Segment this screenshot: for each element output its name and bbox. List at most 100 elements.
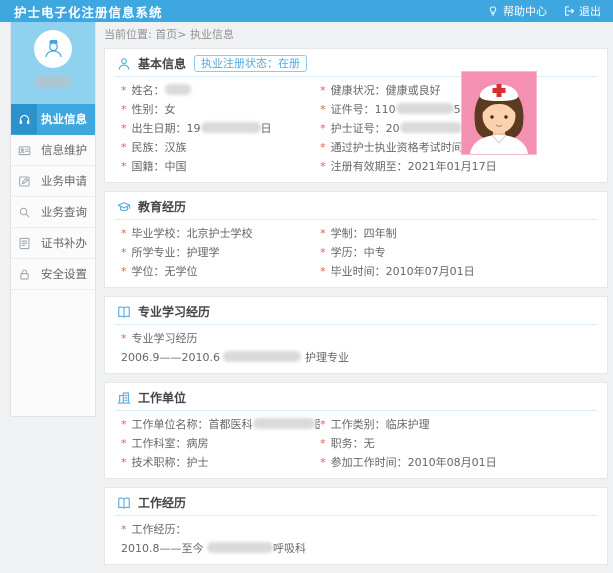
fields-column-left: *毕业学校：北京护士学校*所学专业：护理学*学位：无学位	[121, 224, 320, 281]
help-center-button[interactable]: 帮助中心	[487, 3, 547, 19]
section-title: 专业学习经历	[138, 303, 210, 320]
sidebar-item-label: 业务申请	[37, 166, 95, 196]
breadcrumb-prefix: 当前位置:	[104, 28, 152, 41]
lock-icon	[11, 259, 37, 289]
fields-column-right: *工作类别：临床护理 * 职务：无 *参加工作时间：2010年08月01日	[320, 415, 595, 472]
search-icon	[11, 197, 37, 227]
redacted-value	[396, 103, 454, 114]
section-title: 工作经历	[138, 494, 186, 511]
field-row: * 学制：四年制	[320, 224, 595, 243]
redacted-value	[207, 542, 273, 553]
field-row: *工作经历：	[121, 520, 595, 539]
nurse-avatar-icon	[40, 34, 67, 64]
field-row: *工作单位名称：首都医科医院	[121, 415, 320, 434]
section-education: 教育经历 *毕业学校：北京护士学校*所学专业：护理学*学位：无学位*学制：四年制…	[104, 191, 608, 288]
field-text: 工作科室：病房	[132, 437, 209, 450]
breadcrumb-separator: >	[177, 28, 186, 41]
field-row: * 毕业时间：2010年07月01日	[320, 262, 595, 281]
field-text: 专业学习经历	[132, 332, 198, 345]
field-text: 护士证号：20	[331, 122, 400, 135]
field-row: 2006.9——2010.6 护理专业	[121, 348, 595, 367]
sidebar-item-business-query[interactable]: 业务查询	[11, 197, 95, 228]
registration-status-badge: 执业注册状态：在册	[194, 55, 307, 72]
idcard-icon	[11, 135, 37, 165]
required-bullet: *	[320, 141, 326, 154]
redacted-value	[223, 351, 301, 362]
field-text: 毕业时间：2010年07月01日	[331, 265, 475, 278]
sidebar-menu: 执业信息信息维护业务申请业务查询证书补办安全设置	[11, 104, 95, 290]
field-text: 性别：女	[132, 103, 176, 116]
required-bullet: *	[320, 122, 326, 135]
field-text: 技术职称：护士	[132, 456, 209, 469]
required-bullet: *	[121, 122, 127, 135]
required-bullet: *	[121, 227, 127, 240]
graduation-icon	[117, 200, 131, 214]
required-bullet: *	[320, 246, 326, 259]
field-row: *工作类别：临床护理	[320, 415, 595, 434]
redacted-value	[201, 122, 261, 133]
fields-column-right: *健康状况：健康或良好*证件号：11056*护士证号：20*通过护士执业资格考试…	[320, 81, 595, 176]
field-row: *健康状况：健康或良好	[320, 81, 595, 100]
app-header: 护士电子化注册信息系统 帮助中心 退出	[0, 0, 613, 22]
field-text: 所学专业：护理学	[132, 246, 220, 259]
required-bullet: *	[121, 456, 127, 469]
required-bullet: *	[121, 160, 127, 173]
sidebar-item-business-apply[interactable]: 业务申请	[11, 166, 95, 197]
nurse-photo-illustration	[462, 72, 536, 154]
section-title: 基本信息	[138, 55, 186, 72]
section-title: 工作单位	[138, 389, 186, 406]
field-text: 国籍：中国	[132, 160, 187, 173]
required-bullet: *	[121, 418, 127, 431]
required-bullet: *	[320, 227, 326, 240]
field-row: *参加工作时间：2010年08月01日	[320, 453, 595, 472]
field-row: *工作科室：病房	[121, 434, 320, 453]
sidebar-item-label: 业务查询	[37, 197, 95, 227]
logout-button[interactable]: 退出	[563, 3, 601, 19]
sidebar-item-cert-reissue[interactable]: 证书补办	[11, 228, 95, 259]
field-text: 证件号：110	[331, 103, 396, 116]
required-bullet: *	[320, 437, 326, 450]
nurse-photo	[461, 71, 537, 155]
fields-column-left: *工作单位名称：首都医科医院*工作科室：病房*技术职称：护士	[121, 415, 320, 472]
field-row: *学位：无学位	[121, 262, 320, 281]
redacted-value	[253, 418, 315, 429]
section-title: 教育经历	[138, 198, 186, 215]
breadcrumb-home-link[interactable]: 首页	[155, 28, 177, 41]
sidebar-item-practice-info[interactable]: 执业信息	[11, 104, 95, 135]
field-row: *毕业学校：北京护士学校	[121, 224, 320, 243]
user-name-redacted	[35, 76, 71, 87]
sidebar-item-security-settings[interactable]: 安全设置	[11, 259, 95, 290]
required-bullet: *	[320, 265, 326, 278]
study-experience-fields: *专业学习经历2006.9——2010.6 护理专业	[105, 325, 607, 373]
field-text: 2006.9——2010.6	[121, 351, 223, 364]
field-text: 职务：无	[331, 437, 375, 450]
field-text: 注册有效期至：2021年01月17日	[331, 160, 497, 173]
field-row: * 注册有效期至：2021年01月17日	[320, 157, 595, 176]
edit-icon	[11, 166, 37, 196]
section-work-experience: 工作经历 *工作经历：2010.8——至今 呼吸科	[104, 487, 608, 565]
sidebar-item-label: 信息维护	[37, 135, 95, 165]
field-row: * 技术职称：护士	[121, 453, 320, 472]
field-row: * 所学专业：护理学	[121, 243, 320, 262]
field-row: *出生日期：19日	[121, 119, 320, 138]
required-bullet: *	[121, 265, 127, 278]
field-row: *民族：汉族	[121, 138, 320, 157]
field-row: *专业学习经历	[121, 329, 595, 348]
sidebar-item-label: 安全设置	[37, 259, 95, 289]
header-actions: 帮助中心 退出	[487, 3, 601, 19]
required-bullet: *	[320, 103, 326, 116]
field-text: 参加工作时间：2010年08月01日	[331, 456, 497, 469]
field-text: 呼吸科	[273, 542, 306, 555]
required-bullet: *	[121, 141, 127, 154]
breadcrumb: 当前位置: 首页> 执业信息	[104, 22, 608, 48]
section-study-experience: 专业学习经历 *专业学习经历2006.9——2010.6 护理专业	[104, 296, 608, 374]
required-bullet: *	[320, 160, 326, 173]
section-work-unit: 工作单位 *工作单位名称：首都医科医院*工作科室：病房*技术职称：护士*工作类别…	[104, 382, 608, 479]
logout-icon	[563, 5, 575, 17]
field-text: 姓名：	[132, 84, 165, 97]
required-bullet: *	[121, 246, 127, 259]
field-text: 学制：四年制	[331, 227, 397, 240]
sidebar-item-info-maintain[interactable]: 信息维护	[11, 135, 95, 166]
book-icon	[117, 305, 131, 319]
headset-icon	[11, 104, 37, 134]
